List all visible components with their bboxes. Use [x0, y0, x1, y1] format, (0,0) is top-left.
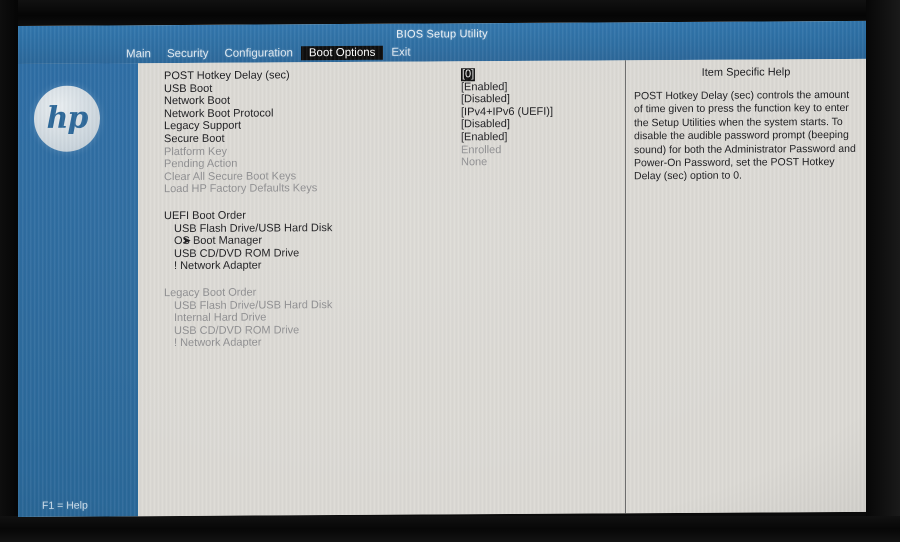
page-title: BIOS Setup Utility: [396, 28, 488, 41]
legacy-boot-entry-usb-flash-drive-usb-hard-disk-label: USB Flash Drive/USB Hard Disk: [174, 298, 333, 312]
bios-header-bar: BIOS Setup Utility Main Security Configura…: [18, 20, 866, 64]
setting-load-hp-factory-defaults-keys-label: Load HP Factory Defaults Keys: [164, 182, 318, 196]
setting-network-boot-protocol-value[interactable]: [IPv4+IPv6 (UEFI)]: [461, 106, 553, 119]
setting-load-hp-factory-defaults-keys: Load HP Factory Defaults Keys: [164, 181, 604, 196]
uefi-boot-entry-usb-flash-drive-usb-hard-disk-label: USB Flash Drive/USB Hard Disk: [174, 221, 333, 235]
setting-usb-boot-label: USB Boot: [164, 82, 213, 95]
settings-list[interactable]: POST Hotkey Delay (sec) [0] USB Boot [Enabl…: [164, 67, 604, 350]
hp-logo: hp: [34, 85, 100, 152]
legacy-boot-entry-internal-hard-drive-label: Internal Hard Drive: [174, 311, 267, 325]
uefi-boot-entry-network-adapter[interactable]: ! Network Adapter: [164, 258, 604, 273]
setting-network-boot-value[interactable]: [Disabled]: [461, 93, 510, 106]
setting-network-boot-label: Network Boot: [164, 94, 231, 108]
help-panel-body: POST Hotkey Delay (sec) controls the amo…: [634, 88, 856, 183]
f1-help-hint: F1 = Help: [42, 499, 88, 512]
legacy-boot-entry-usb-cd-dvd-rom-drive-label: USB CD/DVD ROM Drive: [174, 323, 300, 337]
uefi-boot-order-heading-label: UEFI Boot Order: [164, 209, 246, 223]
menu-item-main[interactable]: Main: [118, 47, 159, 61]
monitor-bezel-right: [866, 0, 900, 542]
main-content: POST Hotkey Delay (sec) [0] USB Boot [Enabl…: [138, 58, 866, 517]
legacy-boot-entry-network-adapter-label: ! Network Adapter: [174, 336, 262, 350]
setting-usb-boot-value[interactable]: [Enabled]: [461, 81, 507, 94]
menu-item-exit[interactable]: Exit: [383, 46, 418, 60]
menu-item-boot-options[interactable]: Boot Options: [300, 45, 384, 61]
setting-network-boot-protocol-label: Network Boot Protocol: [164, 107, 274, 120]
menu-item-security[interactable]: Security: [159, 47, 217, 61]
setting-clear-all-secure-boot-keys-label: Clear All Secure Boot Keys: [164, 170, 297, 183]
panel-divider: [625, 60, 626, 514]
setting-legacy-support-value[interactable]: [Disabled]: [461, 118, 510, 131]
setting-post-hotkey-delay-sec-label: POST Hotkey Delay (sec): [164, 69, 290, 83]
setting-post-hotkey-delay-sec-value[interactable]: [0]: [461, 68, 476, 81]
setting-platform-key-value: Enrolled: [461, 143, 502, 156]
menu-item-configuration[interactable]: Configuration: [216, 46, 300, 61]
legacy-boot-entry-network-adapter: ! Network Adapter: [164, 335, 604, 350]
hp-logo-text: hp: [46, 100, 88, 136]
setting-secure-boot-label: Secure Boot: [164, 132, 225, 146]
legacy-boot-order-heading-label: Legacy Boot Order: [164, 286, 257, 300]
uefi-boot-entry-network-adapter-label: ! Network Adapter: [174, 259, 262, 273]
setting-pending-action-label: Pending Action: [164, 157, 238, 171]
monitor-photo: BIOS Setup Utility Main Security Configura…: [0, 0, 900, 542]
item-specific-help-panel: Item Specific Help POST Hotkey Delay (se…: [634, 66, 858, 184]
help-panel-title: Item Specific Help: [701, 66, 791, 79]
monitor-bezel-left: [0, 0, 18, 542]
monitor-bezel-bottom: [0, 516, 900, 542]
uefi-boot-entry-usb-cd-dvd-rom-drive-label: USB CD/DVD ROM Drive: [174, 247, 300, 260]
sidebar: hp F1 = Help: [18, 63, 138, 517]
menu-bar[interactable]: Main Security Configuration Boot Options Exi…: [118, 45, 419, 63]
setting-legacy-support-label: Legacy Support: [164, 120, 242, 133]
setting-pending-action-value: None: [461, 156, 488, 169]
setting-platform-key-label: Platform Key: [164, 145, 227, 158]
uefi-boot-entry-os-boot-manager-label: OS Boot Manager: [174, 234, 263, 248]
bios-screen: BIOS Setup Utility Main Security Configura…: [18, 20, 866, 518]
setting-secure-boot-value[interactable]: [Enabled]: [461, 131, 507, 144]
